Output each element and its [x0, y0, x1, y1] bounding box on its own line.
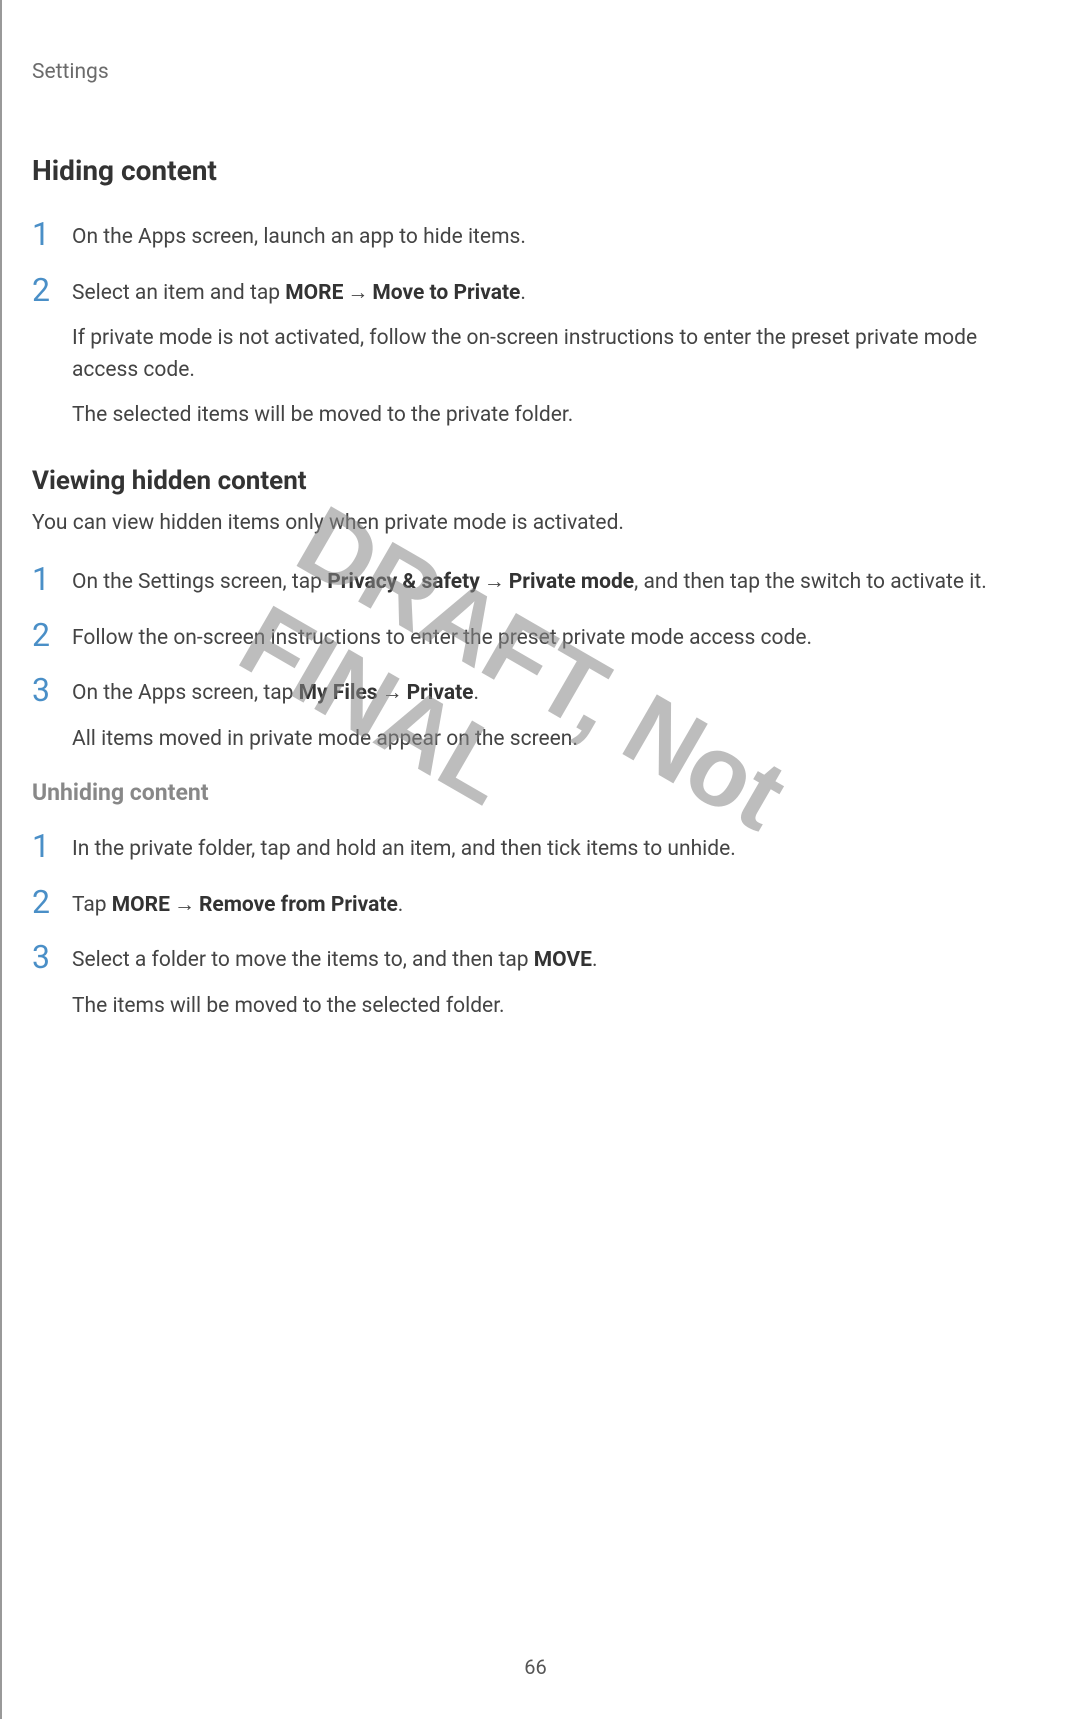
page-content: Settings Hiding content 1 On the Apps sc…: [2, 0, 1069, 1076]
subheading-unhiding: Unhiding content: [32, 779, 1039, 806]
step-content: In the private folder, tap and hold an i…: [72, 834, 1039, 866]
step-item: 3 On the Apps screen, tap My Files → Pri…: [32, 678, 1039, 755]
step-number: 1: [32, 830, 72, 862]
page-number: 66: [524, 1655, 546, 1679]
step-item: 1 On the Apps screen, launch an app to h…: [32, 222, 1039, 254]
step-content: Select a folder to move the items to, an…: [72, 945, 1039, 1022]
step-number: 3: [32, 674, 72, 706]
step-number: 1: [32, 563, 72, 595]
step-content: On the Settings screen, tap Privacy & sa…: [72, 567, 1039, 599]
step-number: 3: [32, 941, 72, 973]
step-item: 2 Tap MORE → Remove from Private.: [32, 890, 1039, 922]
step-item: 3 Select a folder to move the items to, …: [32, 945, 1039, 1022]
unhiding-steps: 1 In the private folder, tap and hold an…: [32, 834, 1039, 1022]
step-extra: The selected items will be moved to the …: [72, 400, 1039, 432]
section-title-hiding: Hiding content: [32, 154, 1039, 187]
step-item: 1 On the Settings screen, tap Privacy & …: [32, 567, 1039, 599]
step-number: 2: [32, 274, 72, 306]
step-text: On the Settings screen, tap Privacy & sa…: [72, 567, 1039, 599]
viewing-steps: 1 On the Settings screen, tap Privacy & …: [32, 567, 1039, 755]
step-text: Tap MORE → Remove from Private.: [72, 890, 1039, 922]
step-extra: All items moved in private mode appear o…: [72, 724, 1039, 756]
step-text: Select a folder to move the items to, an…: [72, 945, 1039, 977]
hiding-steps: 1 On the Apps screen, launch an app to h…: [32, 222, 1039, 432]
step-text: In the private folder, tap and hold an i…: [72, 834, 1039, 866]
step-number: 1: [32, 218, 72, 250]
step-content: Tap MORE → Remove from Private.: [72, 890, 1039, 922]
step-text: Select an item and tap MORE → Move to Pr…: [72, 278, 1039, 310]
step-content: Follow the on-screen instructions to ent…: [72, 623, 1039, 655]
step-number: 2: [32, 619, 72, 651]
step-text: On the Apps screen, tap My Files → Priva…: [72, 678, 1039, 710]
step-content: On the Apps screen, launch an app to hid…: [72, 222, 1039, 254]
step-extra: If private mode is not activated, follow…: [72, 323, 1039, 386]
section-title-viewing: Viewing hidden content: [32, 466, 1039, 496]
header-label: Settings: [32, 60, 1039, 84]
step-text: Follow the on-screen instructions to ent…: [72, 623, 1039, 655]
step-item: 2 Select an item and tap MORE → Move to …: [32, 278, 1039, 432]
step-content: On the Apps screen, tap My Files → Priva…: [72, 678, 1039, 755]
step-content: Select an item and tap MORE → Move to Pr…: [72, 278, 1039, 432]
step-extra: The items will be moved to the selected …: [72, 991, 1039, 1023]
step-item: 1 In the private folder, tap and hold an…: [32, 834, 1039, 866]
section-intro: You can view hidden items only when priv…: [32, 508, 1039, 540]
step-text: On the Apps screen, launch an app to hid…: [72, 222, 1039, 254]
step-number: 2: [32, 886, 72, 918]
step-item: 2 Follow the on-screen instructions to e…: [32, 623, 1039, 655]
